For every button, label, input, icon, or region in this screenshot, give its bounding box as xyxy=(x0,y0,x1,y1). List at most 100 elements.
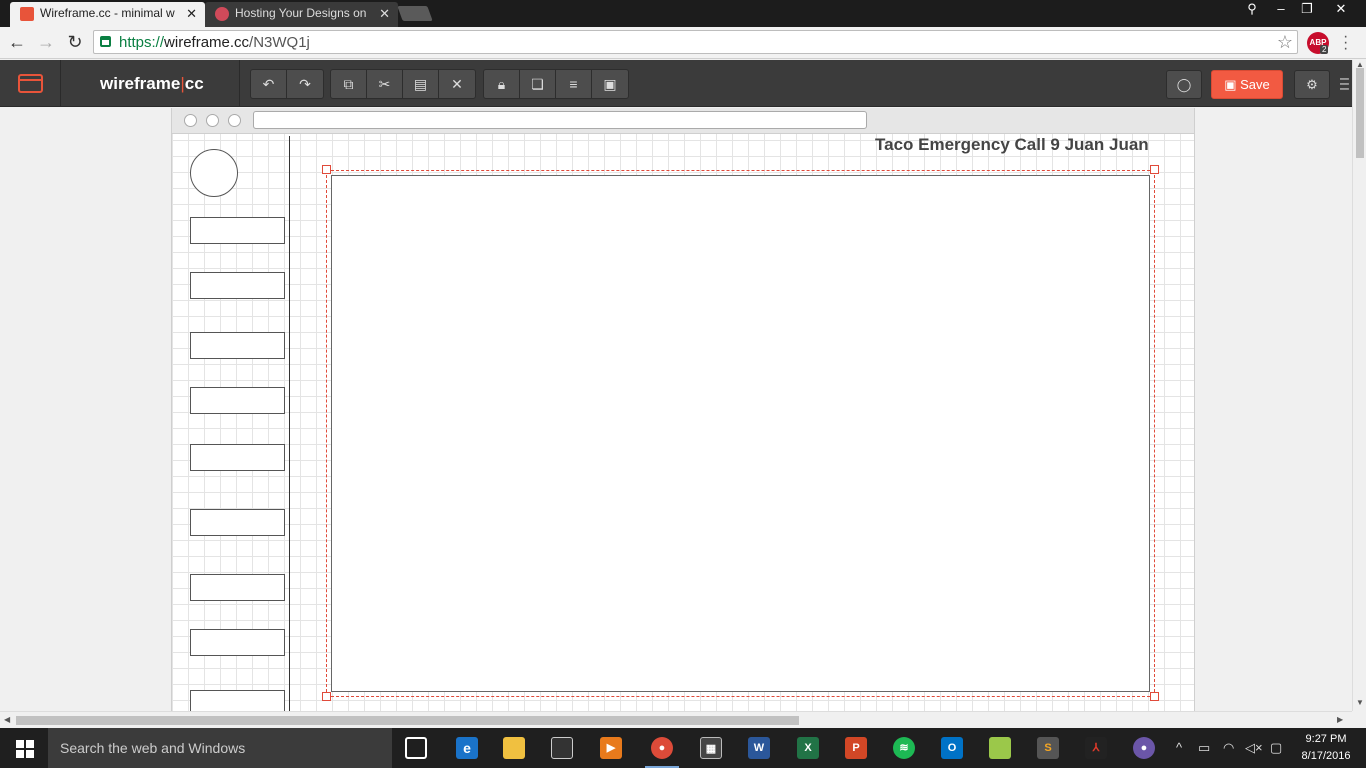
acrobat-icon[interactable]: ⅄ xyxy=(1085,737,1107,759)
url-text[interactable]: https://wireframe.cc/N3WQ1j xyxy=(119,34,310,51)
settings-gears-icon[interactable]: ⚙ xyxy=(1294,70,1330,99)
cut-icon[interactable]: ✂ xyxy=(367,70,403,98)
close-window-button[interactable]: ✕ xyxy=(1326,0,1356,20)
resize-handle-bottom-right[interactable] xyxy=(1150,692,1159,701)
nav-box-element[interactable] xyxy=(190,509,285,536)
bookmark-star-icon[interactable]: ☆ xyxy=(1277,32,1293,53)
reload-icon[interactable]: ↻ xyxy=(64,31,86,53)
excel-icon[interactable]: X xyxy=(797,737,819,759)
close-tab-icon[interactable]: ✕ xyxy=(186,2,197,25)
clock-time: 9:27 PM xyxy=(1305,733,1347,745)
wireframe-favicon-icon xyxy=(20,7,34,21)
clock-date: 8/17/2016 xyxy=(1301,750,1351,762)
tab-wireframe[interactable]: Wireframe.cc - minimal wi ✕ xyxy=(10,2,205,27)
powerpoint-icon[interactable]: P xyxy=(845,737,867,759)
file-explorer-icon[interactable] xyxy=(503,737,525,759)
brand-right: cc xyxy=(184,74,204,93)
windows-start-icon[interactable] xyxy=(0,728,48,768)
notifications-icon[interactable]: ▢ xyxy=(1270,740,1282,756)
nav-box-element[interactable] xyxy=(190,332,285,359)
outlook-icon[interactable]: O xyxy=(941,737,963,759)
wireframe-canvas[interactable]: Taco Emergency Call 9 Juan Juan xyxy=(171,108,1195,711)
scroll-left-arrow-icon[interactable]: ◀ xyxy=(4,715,10,724)
volume-muted-icon[interactable]: ◁× xyxy=(1245,740,1263,756)
new-tab-button[interactable] xyxy=(397,6,433,21)
nav-box-element[interactable] xyxy=(190,217,285,244)
delete-icon[interactable]: ✕ xyxy=(439,70,475,98)
folder-app-icon[interactable] xyxy=(989,737,1011,759)
store-icon[interactable] xyxy=(551,737,573,759)
save-button[interactable]: ▣ Save xyxy=(1211,70,1283,99)
vertical-scrollbar[interactable]: ▲ ▼ xyxy=(1352,60,1366,711)
back-icon[interactable]: ← xyxy=(6,31,28,53)
copy-icon[interactable]: ⧉ xyxy=(331,70,367,98)
nav-box-element[interactable] xyxy=(190,444,285,471)
mock-window-dot xyxy=(228,114,241,127)
nav-box-element[interactable] xyxy=(190,272,285,299)
taskbar-search-box[interactable]: Search the web and Windows xyxy=(48,728,392,768)
clipboard-group: ⧉ ✂ ▤ ✕ xyxy=(330,69,476,99)
tab-hosting[interactable]: Hosting Your Designs on | ✕ xyxy=(205,2,398,27)
brand-left: wireframe xyxy=(100,74,181,93)
nav-box-element[interactable] xyxy=(190,690,285,711)
content-box-element[interactable] xyxy=(331,175,1150,692)
tray-expand-icon[interactable]: ^ xyxy=(1176,740,1182,755)
nav-box-element[interactable] xyxy=(190,629,285,656)
adblock-count-badge: 2 xyxy=(1320,45,1329,54)
github-icon[interactable]: ● xyxy=(1133,737,1155,759)
sidebar-divider-line[interactable] xyxy=(289,136,290,711)
media-player-icon[interactable]: ▶ xyxy=(600,737,622,759)
group-icon[interactable]: ▣ xyxy=(592,70,628,98)
url-scheme: https:// xyxy=(119,34,165,51)
hosting-favicon-icon xyxy=(215,7,229,21)
scroll-right-arrow-icon[interactable]: ▶ xyxy=(1337,715,1343,724)
undo-icon[interactable]: ↶ xyxy=(251,70,287,98)
word-icon[interactable]: W xyxy=(748,737,770,759)
secure-lock-icon xyxy=(100,36,111,47)
align-icon[interactable]: ≡ xyxy=(556,70,592,98)
comment-icon[interactable]: ◯ xyxy=(1166,70,1202,99)
calculator-icon[interactable]: ▦ xyxy=(700,737,722,759)
chrome-icon[interactable]: ● xyxy=(645,737,679,768)
tab-title: Wireframe.cc - minimal wi xyxy=(40,6,175,20)
mock-window-dot xyxy=(206,114,219,127)
edge-browser-icon[interactable]: e xyxy=(456,737,478,759)
canvas-heading-text[interactable]: Taco Emergency Call 9 Juan Juan xyxy=(875,135,1149,155)
avatar-circle-element[interactable] xyxy=(190,149,238,197)
wifi-icon[interactable]: ◠ xyxy=(1223,740,1234,756)
arrange-group: 🔒︎ ❏ ≡ ▣ xyxy=(483,69,629,99)
horizontal-scrollbar[interactable]: ◀ ▶ xyxy=(0,711,1352,728)
lock-icon[interactable]: 🔒︎ xyxy=(484,70,520,98)
page-menu-icon[interactable] xyxy=(18,74,43,93)
url-path: /N3WQ1j xyxy=(249,34,310,51)
nav-box-element[interactable] xyxy=(190,387,285,414)
horizontal-scroll-thumb[interactable] xyxy=(16,716,799,725)
resize-handle-top-left[interactable] xyxy=(322,165,331,174)
hamburger-menu-icon[interactable]: – – – xyxy=(1340,71,1352,97)
windows-taskbar: Search the web and Windows e ▶ ● ▦ W X P… xyxy=(0,728,1366,768)
vertical-scroll-thumb[interactable] xyxy=(1356,68,1364,158)
scroll-down-arrow-icon[interactable]: ▼ xyxy=(1356,698,1364,707)
sublime-text-icon[interactable]: S xyxy=(1037,737,1059,759)
address-bar[interactable]: https://wireframe.cc/N3WQ1j ☆ xyxy=(93,30,1298,54)
close-tab-icon[interactable]: ✕ xyxy=(379,2,390,25)
resize-handle-top-right[interactable] xyxy=(1150,165,1159,174)
nav-box-element[interactable] xyxy=(190,574,285,601)
paste-icon[interactable]: ▤ xyxy=(403,70,439,98)
redo-icon[interactable]: ↷ xyxy=(287,70,323,98)
taskbar-clock[interactable]: 9:27 PM 8/17/2016 xyxy=(1296,731,1356,765)
chrome-menu-icon[interactable]: · · · xyxy=(1343,29,1357,57)
mock-browser-bar xyxy=(172,108,1194,134)
mock-url-field xyxy=(253,111,867,129)
restore-button[interactable]: ❐ xyxy=(1292,0,1322,20)
user-profile-icon[interactable]: ⚲ xyxy=(1237,0,1267,20)
forward-icon[interactable]: → xyxy=(35,31,57,53)
history-group: ↶ ↷ xyxy=(250,69,324,99)
bring-front-icon[interactable]: ❏ xyxy=(520,70,556,98)
battery-icon[interactable]: ▭ xyxy=(1198,740,1210,756)
spotify-icon[interactable]: ≋ xyxy=(893,737,915,759)
task-view-icon[interactable] xyxy=(405,737,427,759)
mock-window-dot xyxy=(184,114,197,127)
resize-handle-bottom-left[interactable] xyxy=(322,692,331,701)
save-label: Save xyxy=(1240,77,1270,92)
